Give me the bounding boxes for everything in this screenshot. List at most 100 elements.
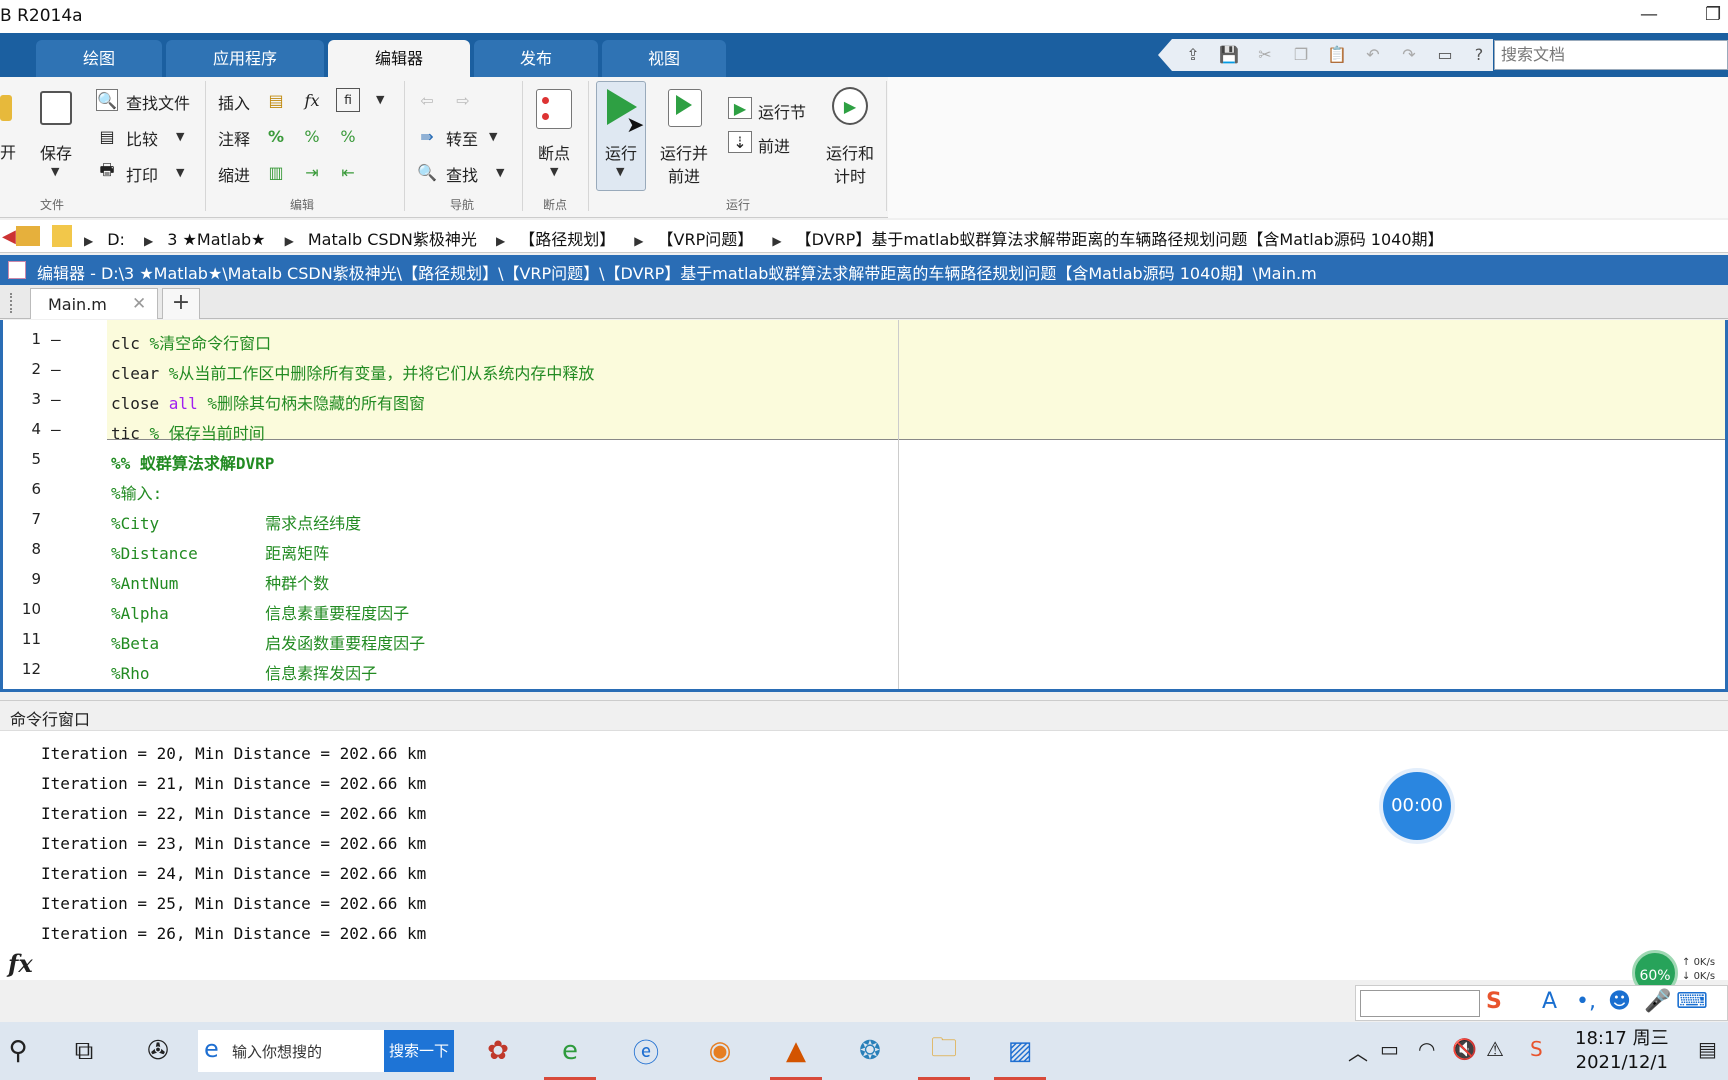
browser-blue-icon[interactable]: ⓔ xyxy=(624,1030,668,1072)
volume-muted-icon[interactable]: 🔇 xyxy=(1452,1037,1477,1061)
code-line[interactable]: 10 %Alpha 信息素重要程度因子 xyxy=(3,600,1703,630)
taskbar-search-button[interactable]: 搜索一下 xyxy=(384,1030,454,1072)
smart-indent-icon[interactable]: ▥ xyxy=(264,160,288,184)
search-docs-input[interactable]: 搜索文档 xyxy=(1494,40,1728,70)
breakpoints-dropdown-icon[interactable]: ▼ xyxy=(550,165,558,178)
punctuation-icon[interactable]: •, xyxy=(1576,989,1596,1014)
tab-apps[interactable]: 应用程序 xyxy=(166,40,324,77)
run-and-time-button-line2[interactable]: 计时 xyxy=(834,163,866,187)
save-dropdown-icon[interactable]: ▼ xyxy=(51,165,59,178)
open-folder-icon[interactable] xyxy=(0,95,12,121)
keyboard-icon[interactable]: ⌨ xyxy=(1676,989,1708,1014)
code-line[interactable]: 1– clc %清空命令行窗口 xyxy=(3,330,1703,360)
breadcrumb-item[interactable]: D: xyxy=(107,230,125,249)
print-dropdown-icon[interactable]: ▼ xyxy=(176,166,184,179)
save-icon[interactable]: 💾 xyxy=(1218,45,1240,65)
find-button[interactable]: 查找 xyxy=(446,162,478,186)
print-button[interactable]: 打印 xyxy=(126,162,158,186)
executable-marker[interactable]: – xyxy=(51,390,61,409)
copy-icon[interactable]: ❐ xyxy=(1290,45,1312,65)
code-line[interactable]: 9 %AntNum 种群个数 xyxy=(3,570,1703,600)
run-and-time-button-line1[interactable]: 运行和 xyxy=(826,140,874,164)
close-icon[interactable]: ✕ xyxy=(132,294,146,314)
comment-icon[interactable]: % xyxy=(264,124,288,148)
tab-view[interactable]: 视图 xyxy=(602,40,726,77)
compare-dropdown-icon[interactable]: ▼ xyxy=(176,130,184,143)
forward-icon[interactable]: ⇨ xyxy=(450,88,476,112)
run-advance-button-line1[interactable]: 运行并 xyxy=(660,140,708,164)
sogou-logo-icon[interactable]: S xyxy=(1486,989,1502,1014)
browse-folder-icon[interactable] xyxy=(16,226,40,246)
file-explorer-icon[interactable]: 🗀 xyxy=(918,1030,970,1080)
uncomment-icon[interactable]: % xyxy=(300,124,324,148)
tray-expand-icon[interactable]: ︿ xyxy=(1348,1037,1368,1066)
tab-editor[interactable]: 编辑器 xyxy=(328,40,470,77)
insert-function-icon[interactable]: fx xyxy=(300,88,324,112)
breadcrumb-item[interactable]: 【VRP问题】 xyxy=(658,230,754,249)
taskbar-clock[interactable]: 18:17 周三 2021/12/1 xyxy=(1575,1027,1669,1075)
network-app-icon[interactable]: ❂ xyxy=(848,1030,892,1072)
breadcrumb-item[interactable]: Matalb CSDN紫极神光 xyxy=(308,230,477,249)
open-button[interactable]: 开 xyxy=(0,139,16,163)
minimize-button[interactable]: — xyxy=(1640,4,1658,25)
cut-icon[interactable]: ✂ xyxy=(1254,45,1276,65)
tab-main-m[interactable]: Main.m ✕ xyxy=(30,288,158,319)
goto-dropdown-icon[interactable]: ▼ xyxy=(489,130,497,143)
ime-mode-icon[interactable]: A xyxy=(1542,989,1557,1014)
insert-section-icon[interactable]: ▤ xyxy=(264,88,288,112)
tab-publish[interactable]: 发布 xyxy=(474,40,598,77)
shortcut-icon[interactable]: ⇪ xyxy=(1182,45,1204,65)
drag-handle-icon[interactable] xyxy=(10,293,13,313)
code-line[interactable]: 7 %City 需求点经纬度 xyxy=(3,510,1703,540)
code-line[interactable]: 11 %Beta 启发函数重要程度因子 xyxy=(3,630,1703,660)
breadcrumb-item[interactable]: 【DVRP】基于matlab蚁群算法求解带距离的车辆路径规划问题【含Matlab… xyxy=(796,230,1444,249)
executable-marker[interactable]: – xyxy=(51,360,61,379)
code-editor[interactable]: 1– clc %清空命令行窗口 2– clear %从当前工作区中删除所有变量，并将它… xyxy=(0,320,1728,692)
code-line[interactable]: 5 %% 蚁群算法求解DVRP xyxy=(3,450,1703,480)
breadcrumb-item[interactable]: 3 ★Matlab★ xyxy=(167,230,265,249)
run-dropdown-icon[interactable]: ▼ xyxy=(616,165,624,178)
compare-button[interactable]: 比较 xyxy=(126,126,158,150)
run-advance-button-line2[interactable]: 前进 xyxy=(668,163,700,187)
battery-icon[interactable]: ▭ xyxy=(1380,1037,1399,1061)
increase-indent-icon[interactable]: ⇥ xyxy=(300,160,324,184)
goto-button[interactable]: 转至 xyxy=(446,126,478,150)
pinwheel-app-icon[interactable]: ✇ xyxy=(136,1030,180,1072)
help-icon[interactable]: ? xyxy=(1468,45,1490,65)
new-tab-button[interactable]: + xyxy=(162,288,200,319)
find-files-button[interactable]: 查找文件 xyxy=(126,90,190,114)
browser-green-icon[interactable]: e xyxy=(544,1030,596,1080)
breadcrumb-item[interactable]: 【路径规划】 xyxy=(519,230,615,249)
run-button[interactable]: 运行 xyxy=(605,140,637,164)
run-section-button[interactable]: 运行节 xyxy=(758,99,806,123)
tray-app-icon[interactable]: ⚠ xyxy=(1486,1037,1504,1061)
back-icon[interactable]: ⇦ xyxy=(414,88,440,112)
advance-button[interactable]: 前进 xyxy=(758,133,790,157)
search-icon[interactable]: ⚲ xyxy=(0,1030,40,1072)
taskbar-search-box[interactable]: e 输入你想搜的 xyxy=(198,1030,384,1072)
breakpoints-button[interactable]: 断点 xyxy=(538,140,570,164)
address-bar[interactable]: ◀ ▶ D: ▶ 3 ★Matlab★ ▶ Matalb CSDN紫极神光 ▶ 【路径规… xyxy=(0,220,1728,253)
save-big-icon[interactable] xyxy=(40,91,72,125)
code-line[interactable]: 6 %输入: xyxy=(3,480,1703,510)
code-line[interactable]: 2– clear %从当前工作区中删除所有变量，并将它们从系统内存中释放 xyxy=(3,360,1703,390)
redo-icon[interactable]: ↷ xyxy=(1398,45,1420,65)
save-button[interactable]: 保存 xyxy=(40,140,72,164)
code-line[interactable]: 8 %Distance 距离矩阵 xyxy=(3,540,1703,570)
wrap-comment-icon[interactable]: % xyxy=(336,124,360,148)
matlab-icon[interactable]: ▲ xyxy=(770,1030,822,1080)
function-browser-icon[interactable]: fx xyxy=(8,949,33,978)
executable-marker[interactable]: – xyxy=(51,420,61,439)
tab-plots[interactable]: 绘图 xyxy=(36,40,162,77)
paste-icon[interactable]: 📋 xyxy=(1326,45,1348,65)
undo-icon[interactable]: ↶ xyxy=(1362,45,1384,65)
insert-fi-icon[interactable]: fi xyxy=(336,88,360,112)
pinwheel-red-icon[interactable]: ✿ xyxy=(476,1030,520,1072)
recording-timer[interactable]: 00:00 xyxy=(1383,772,1451,840)
code-line[interactable]: 12 %Rho 信息素挥发因子 xyxy=(3,660,1703,689)
wifi-icon[interactable]: ◠ xyxy=(1418,1037,1435,1061)
task-view-icon[interactable]: ⧉ xyxy=(62,1030,106,1072)
photos-icon[interactable]: ▨ xyxy=(994,1030,1046,1080)
decrease-indent-icon[interactable]: ⇤ xyxy=(336,160,360,184)
executable-marker[interactable]: – xyxy=(51,330,61,349)
